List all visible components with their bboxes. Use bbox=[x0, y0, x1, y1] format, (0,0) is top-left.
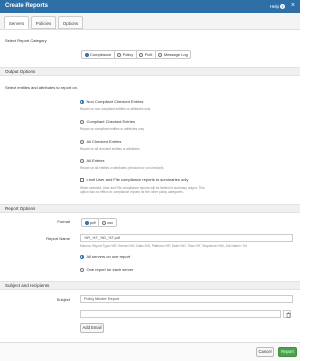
output-compliant[interactable]: Compliant Checked Entries bbox=[80, 119, 135, 124]
email-input[interactable] bbox=[80, 310, 281, 318]
cancel-button[interactable]: Cancel bbox=[256, 347, 274, 357]
radio-icon bbox=[101, 220, 106, 225]
close-icon[interactable]: × bbox=[291, 2, 295, 10]
output-all-entries-desc: Report on all entities or attributes (ch… bbox=[80, 166, 164, 170]
help-link[interactable]: Help bbox=[270, 4, 279, 9]
format-pdf[interactable]: pdf bbox=[82, 219, 100, 226]
subject-label: Subject bbox=[56, 297, 70, 302]
limit-desc-line2: option has no effect on compliance repor… bbox=[80, 190, 184, 194]
output-all-checked[interactable]: All Checked Entries bbox=[80, 139, 121, 144]
window-title: Create Reports bbox=[5, 3, 49, 9]
radio-icon bbox=[139, 52, 144, 57]
checkbox-icon bbox=[80, 177, 84, 182]
output-all-entries[interactable]: All Entries bbox=[80, 158, 105, 163]
category-policy[interactable]: Policy bbox=[115, 51, 137, 58]
category-compliance[interactable]: Compliance bbox=[82, 51, 115, 58]
report-name-label: Report Name bbox=[46, 236, 70, 241]
output-non-compliant[interactable]: Non Compliant Checked Entries bbox=[80, 99, 143, 104]
output-prompt: Select entities and attributes to report… bbox=[5, 85, 78, 90]
help-icon[interactable]: ? bbox=[280, 3, 285, 9]
scope-all-servers[interactable]: All servers on one report bbox=[80, 254, 130, 259]
radio-icon bbox=[117, 52, 122, 57]
tab-bar: Servers Policies Options bbox=[0, 13, 300, 30]
radio-icon bbox=[80, 267, 84, 272]
macros-hint: Macros: Report Type=%R, Server=%S, Date=… bbox=[80, 244, 248, 248]
report-button[interactable]: Report bbox=[278, 347, 297, 357]
tab-options[interactable]: Options bbox=[58, 16, 83, 29]
scope-each-server[interactable]: One report for each server bbox=[80, 267, 133, 272]
trash-icon bbox=[286, 312, 290, 318]
delete-email-button[interactable] bbox=[283, 310, 291, 318]
radio-icon bbox=[80, 254, 84, 259]
category-selector: Compliance Policy FixIt Message Log bbox=[81, 50, 192, 59]
recipients-heading: Subject and recipients bbox=[0, 281, 300, 290]
radio-icon bbox=[158, 52, 163, 57]
output-non-compliant-desc: Report on non compliant entities or attr… bbox=[80, 107, 151, 111]
report-options-heading: Report Options bbox=[0, 204, 300, 213]
output-options-heading: Output Options bbox=[0, 67, 300, 76]
report-name-input[interactable]: %R_%T_%D_%T.pdf bbox=[80, 234, 293, 242]
format-label: Format bbox=[57, 219, 70, 224]
title-bar: Create Reports Help ? × bbox=[0, 0, 300, 13]
output-all-checked-desc: Report on all checked entities or attrib… bbox=[80, 147, 140, 151]
format-selector: pdf csv bbox=[81, 218, 117, 227]
format-csv[interactable]: csv bbox=[99, 219, 116, 226]
category-heading: Select Report Category bbox=[5, 38, 47, 43]
output-compliant-desc: Report on compliant entities or attribut… bbox=[80, 127, 144, 131]
add-email-button[interactable]: Add Email bbox=[80, 323, 104, 333]
radio-icon bbox=[80, 139, 84, 144]
radio-icon bbox=[84, 220, 89, 225]
tab-policies[interactable]: Policies bbox=[31, 16, 56, 29]
limit-summaries-checkbox[interactable]: Limit User and File compliance reports t… bbox=[80, 177, 188, 182]
category-fixit[interactable]: FixIt bbox=[137, 51, 156, 58]
footer-bar: Cancel Report bbox=[0, 342, 300, 361]
category-message-log[interactable]: Message Log bbox=[156, 51, 191, 58]
radio-icon bbox=[80, 119, 84, 124]
subject-input[interactable]: Policy Minder Report bbox=[80, 295, 293, 303]
tab-servers[interactable]: Servers bbox=[4, 16, 29, 29]
radio-icon bbox=[80, 99, 84, 104]
radio-icon bbox=[80, 158, 84, 163]
radio-icon bbox=[84, 52, 89, 57]
